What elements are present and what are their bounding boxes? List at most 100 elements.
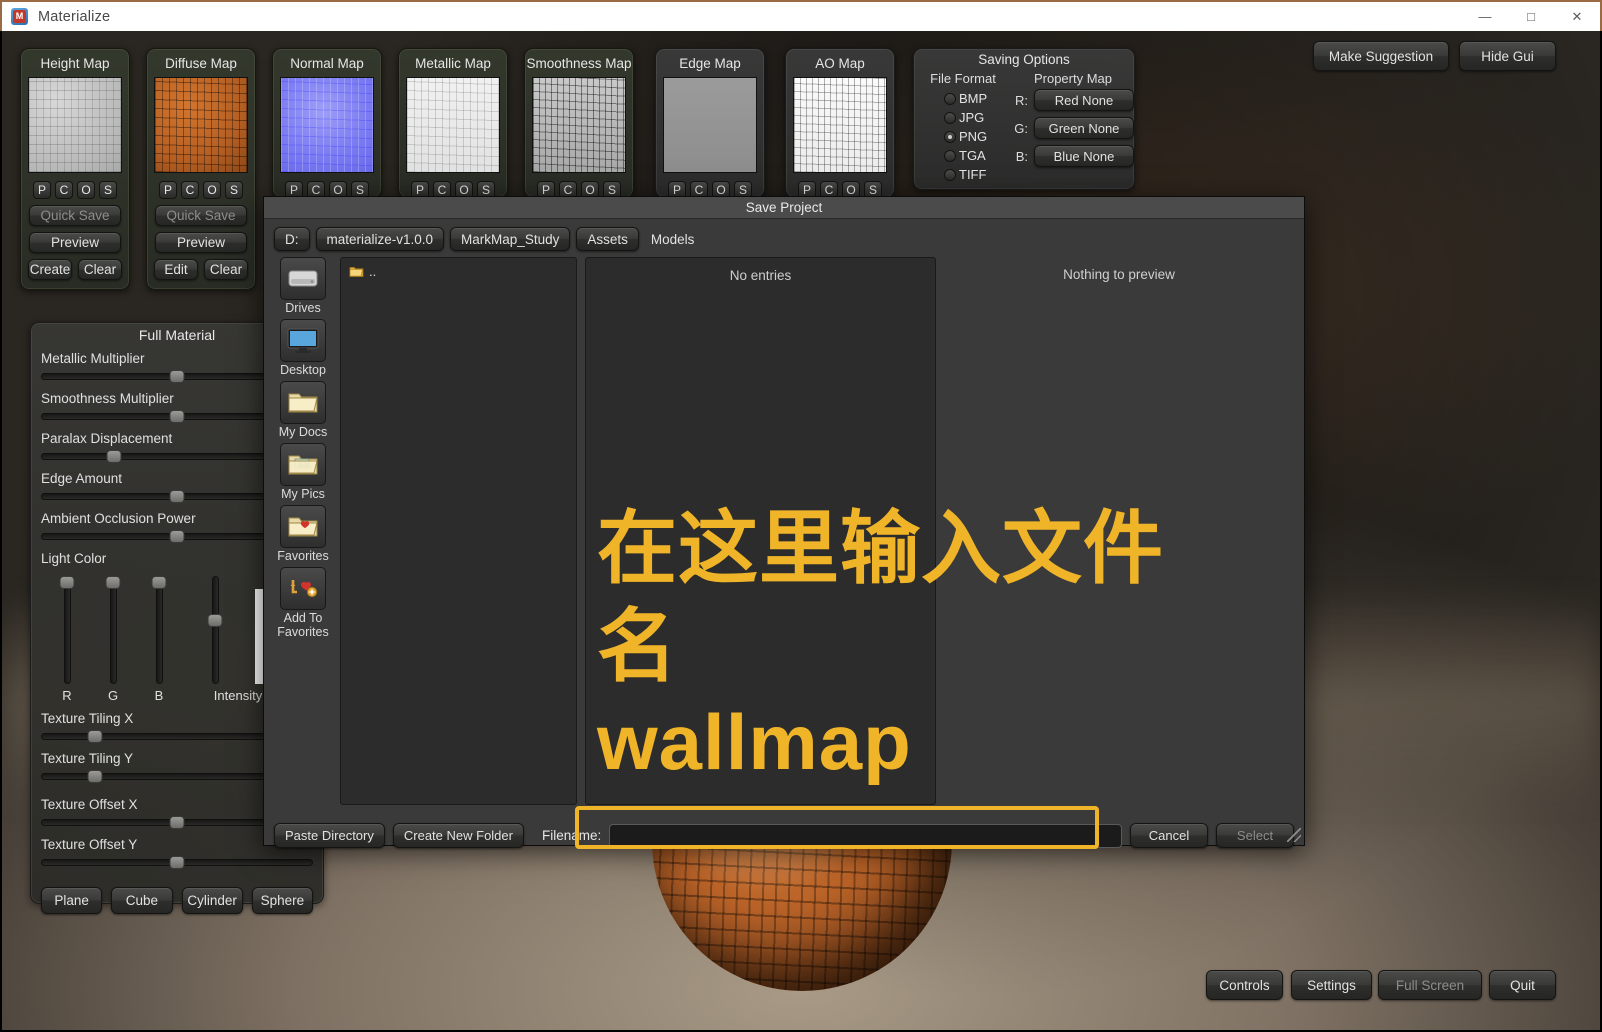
map-thumbnail[interactable] <box>280 77 374 173</box>
format-radio-tiff[interactable]: TIFF <box>914 165 1012 184</box>
slider-knob[interactable] <box>207 613 223 627</box>
light-slider-intensity[interactable] <box>201 576 229 684</box>
map-thumbnail[interactable] <box>532 77 626 173</box>
map-thumbnail[interactable] <box>28 77 122 173</box>
slider-knob[interactable] <box>169 815 185 829</box>
breadcrumb-item-0[interactable]: D: <box>274 227 310 251</box>
shortcut-my-docs[interactable]: My Docs <box>274 381 332 439</box>
hide-gui-button[interactable]: Hide Gui <box>1459 41 1556 71</box>
dialog-footer: Paste Directory Create New Folder Filena… <box>264 817 1304 848</box>
shortcut-favorites[interactable]: Favorites <box>274 505 332 563</box>
directory-list[interactable]: .. <box>340 257 577 805</box>
breadcrumb-item-4: Models <box>650 231 695 247</box>
map-toggle-s[interactable]: S <box>99 181 117 199</box>
folder-up-icon <box>349 267 364 277</box>
clear-button[interactable]: Clear <box>204 259 248 280</box>
slider-knob[interactable] <box>169 529 185 543</box>
format-radio-jpg[interactable]: JPG <box>914 108 1012 127</box>
format-radio-label: TGA <box>959 148 986 163</box>
property-map-channels: R: Red None G: Green None B: Blue None <box>1012 89 1134 167</box>
slider-knob[interactable] <box>106 449 122 463</box>
make-suggestion-button[interactable]: Make Suggestion <box>1313 41 1449 71</box>
dialog-title[interactable]: Save Project <box>264 197 1304 219</box>
breadcrumb-item-1[interactable]: materialize-v1.0.0 <box>315 227 445 251</box>
quit-button[interactable]: Quit <box>1489 970 1556 1000</box>
full-screen-button[interactable]: Full Screen <box>1378 970 1482 1000</box>
preview-button[interactable]: Preview <box>29 232 121 253</box>
map-toggle-c[interactable]: C <box>181 181 199 199</box>
slider-knob[interactable] <box>87 769 103 783</box>
controls-button[interactable]: Controls <box>1206 970 1283 1000</box>
map-toggle-p[interactable]: P <box>159 181 177 199</box>
map-toggle-o[interactable]: O <box>77 181 95 199</box>
breadcrumb-item-3[interactable]: Assets <box>576 227 639 251</box>
map-toggle-c[interactable]: C <box>55 181 73 199</box>
format-radio-tga[interactable]: TGA <box>914 146 1012 165</box>
slider-track <box>211 576 219 684</box>
channel-value-button[interactable]: Red None <box>1034 89 1134 111</box>
quick-save-button[interactable]: Quick Save <box>155 205 247 226</box>
channel-value-button[interactable]: Blue None <box>1034 145 1134 167</box>
slider-knob[interactable] <box>169 409 185 423</box>
slider-track <box>63 576 71 684</box>
map-thumbnail[interactable] <box>663 77 757 173</box>
format-radio-label: PNG <box>959 129 988 144</box>
edit-button[interactable]: Edit <box>154 259 198 280</box>
shape-button-sphere[interactable]: Sphere <box>251 887 313 914</box>
file-list[interactable]: No entries <box>585 257 936 805</box>
quick-save-button[interactable]: Quick Save <box>29 205 121 226</box>
map-card-ao-map: AO Map P C O S <box>785 48 895 199</box>
close-icon[interactable]: ✕ <box>1554 1 1600 32</box>
create-new-folder-button[interactable]: Create New Folder <box>392 823 524 848</box>
map-toggle-p[interactable]: P <box>33 181 51 199</box>
shape-button-cube[interactable]: Cube <box>111 887 173 914</box>
shape-button-plane[interactable]: Plane <box>41 887 103 914</box>
preview-button[interactable]: Preview <box>155 232 247 253</box>
shortcut-my-pics[interactable]: My Pics <box>274 443 332 501</box>
resize-grip[interactable] <box>1287 828 1301 842</box>
map-action-row: Create Clear <box>21 259 129 280</box>
map-thumbnail[interactable] <box>406 77 500 173</box>
add-favorite-icon <box>280 567 326 610</box>
shortcut-add-to-favorites[interactable]: Add To Favorites <box>274 567 332 639</box>
breadcrumb-item-2[interactable]: MarkMap_Study <box>450 227 571 251</box>
channel-label: G: <box>1014 120 1028 136</box>
channel-value-button[interactable]: Green None <box>1034 117 1134 139</box>
slider-knob[interactable] <box>151 576 167 589</box>
select-button[interactable]: Select <box>1216 823 1294 848</box>
light-slider-r[interactable] <box>53 576 81 684</box>
map-card-height-map: Height Map P C O S Quick Save Preview Create Cle… <box>20 48 130 290</box>
minimize-icon[interactable]: — <box>1462 1 1508 32</box>
map-toggle-s[interactable]: S <box>225 181 243 199</box>
paste-directory-button[interactable]: Paste Directory <box>274 823 385 848</box>
list-item[interactable]: .. <box>349 264 568 279</box>
light-slider-g[interactable] <box>99 576 127 684</box>
channel-row: G: Green None <box>1012 117 1134 139</box>
offset-slider-texture-offset-y[interactable] <box>41 855 313 869</box>
shape-button-cylinder[interactable]: Cylinder <box>181 887 243 914</box>
shortcut-desktop[interactable]: Desktop <box>274 319 332 377</box>
slider-knob[interactable] <box>169 489 185 503</box>
format-radio-bmp[interactable]: BMP <box>914 89 1012 108</box>
cancel-button[interactable]: Cancel <box>1130 823 1208 848</box>
map-thumbnail[interactable] <box>793 77 887 173</box>
settings-button[interactable]: Settings <box>1291 970 1372 1000</box>
property-map-label: Property Map <box>1033 71 1113 86</box>
slider-knob[interactable] <box>59 576 75 589</box>
shape-buttons: Plane Cube Cylinder Sphere <box>41 887 313 914</box>
slider-track <box>109 576 117 684</box>
slider-knob[interactable] <box>105 576 121 589</box>
light-slider-b[interactable] <box>145 576 173 684</box>
filename-input[interactable] <box>609 823 1122 848</box>
slider-knob[interactable] <box>87 729 103 743</box>
format-radio-png[interactable]: PNG <box>914 127 1012 146</box>
map-toggle-o[interactable]: O <box>203 181 221 199</box>
map-thumbnail[interactable] <box>154 77 248 173</box>
create-button[interactable]: Create <box>28 259 72 280</box>
maximize-icon[interactable]: □ <box>1508 1 1554 32</box>
slider-knob[interactable] <box>169 855 185 869</box>
shortcut-drives[interactable]: Drives <box>274 257 332 315</box>
clear-button[interactable]: Clear <box>78 259 122 280</box>
slider-knob[interactable] <box>169 369 185 383</box>
radio-icon <box>944 92 956 105</box>
